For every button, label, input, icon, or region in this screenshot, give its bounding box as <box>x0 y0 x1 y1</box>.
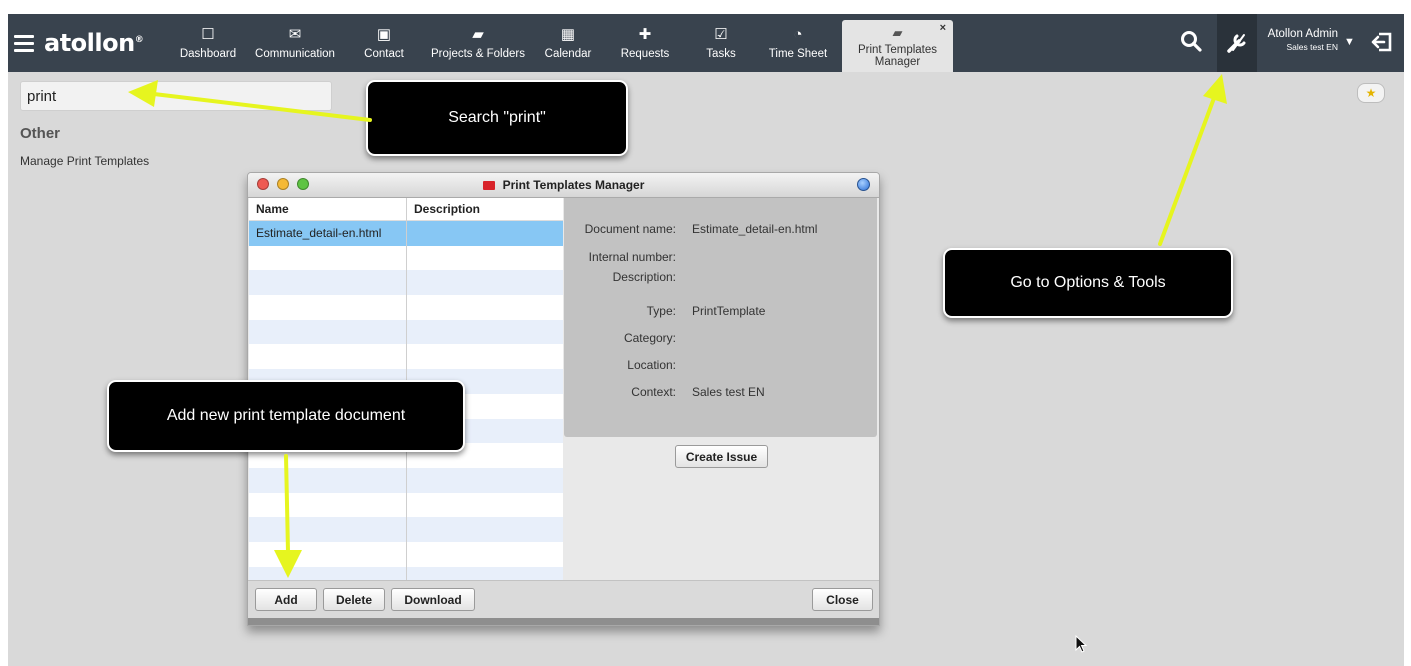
arrow-to-add-icon <box>274 454 302 578</box>
annotation-arrows <box>128 74 1227 578</box>
app-frame: atollon® ☐ Dashboard ✉ Communication ▣ C… <box>8 14 1404 666</box>
arrow-to-search-icon <box>128 80 372 122</box>
mouse-cursor-icon <box>1075 635 1088 653</box>
arrow-to-tools-icon <box>1158 74 1227 246</box>
